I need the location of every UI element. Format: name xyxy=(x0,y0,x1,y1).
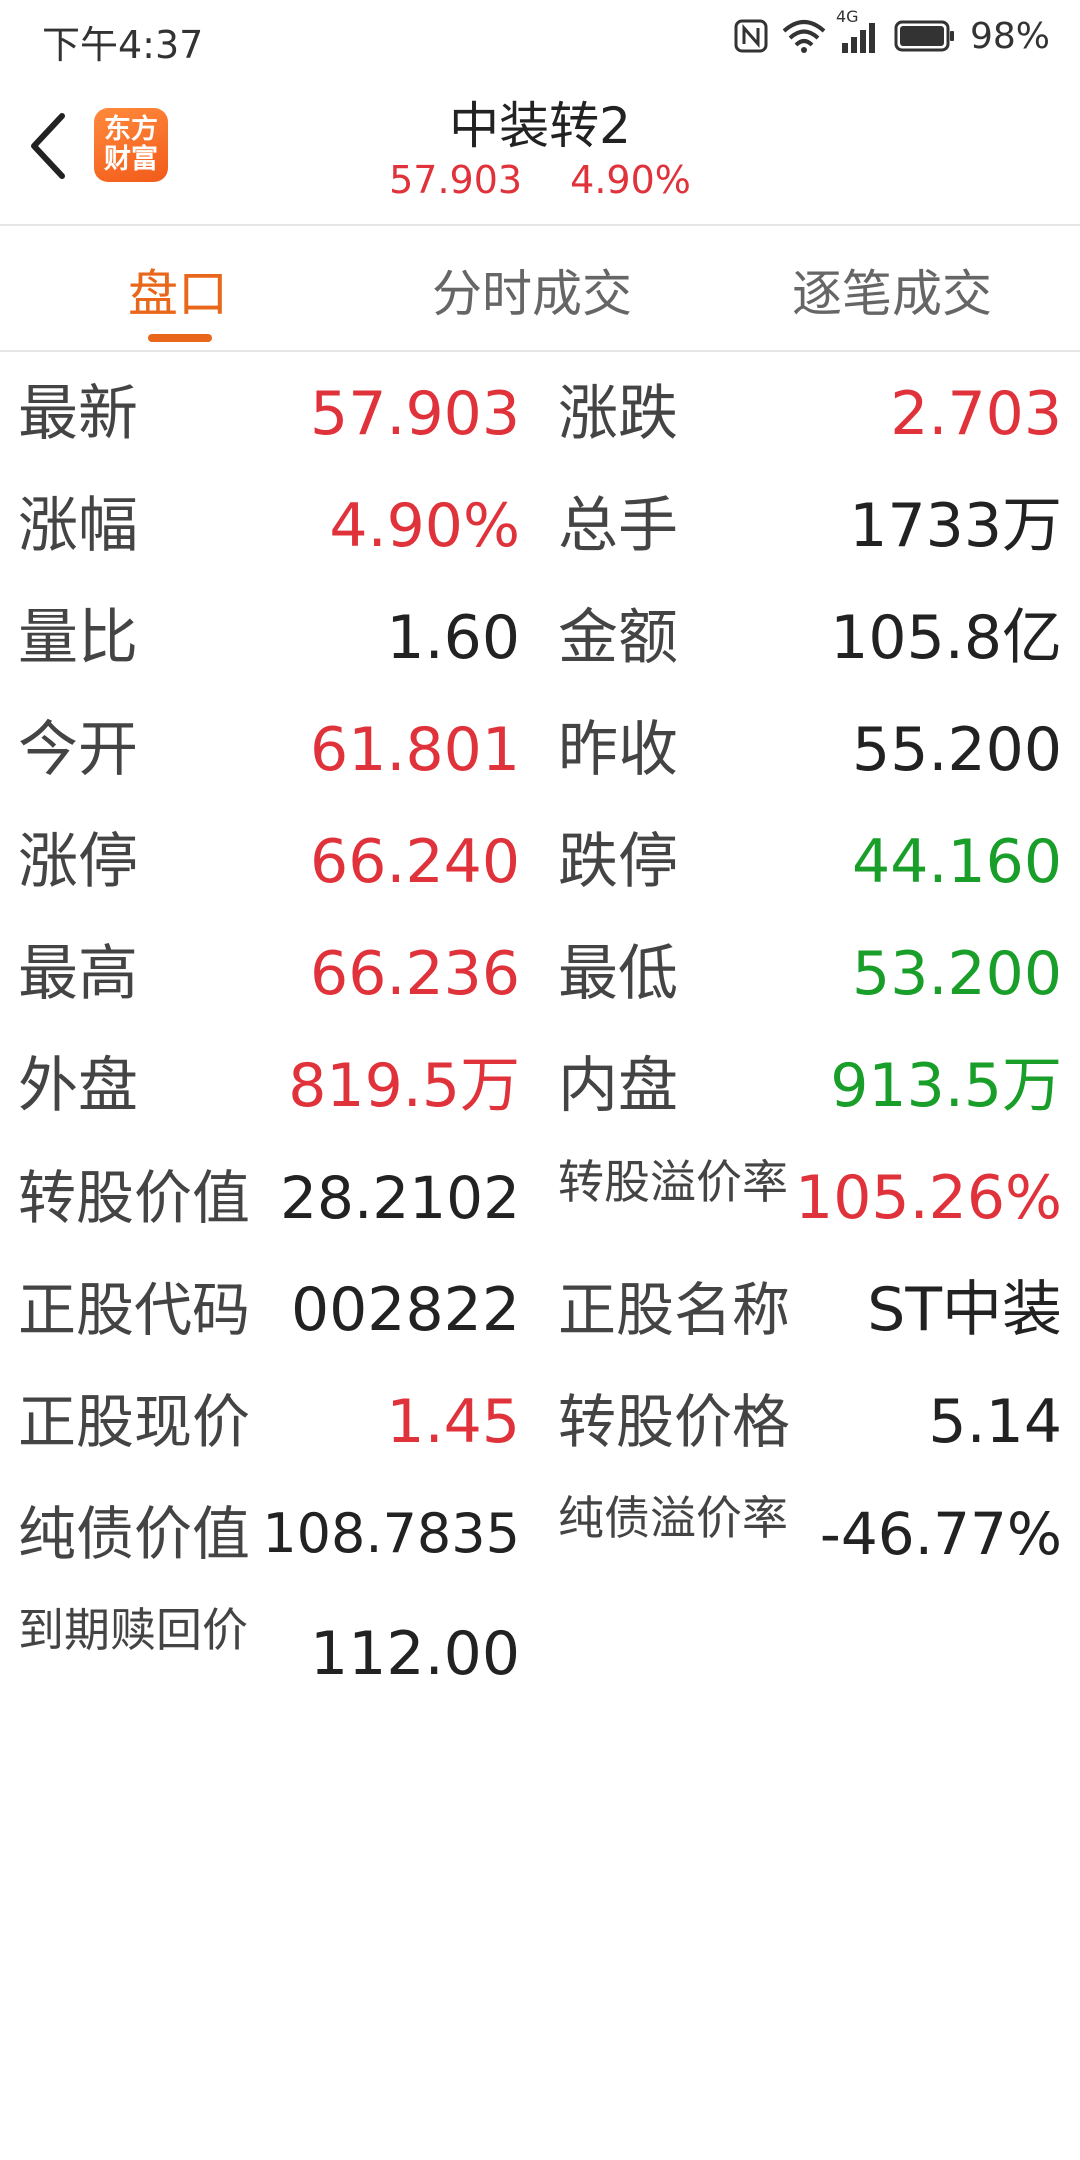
value-high: 66.236 xyxy=(310,939,520,1009)
value-prev-close: 55.200 xyxy=(852,715,1062,785)
label-redemption-price: 到期赎回价 xyxy=(18,1603,248,1657)
row-stock-code: 正股代码 002822 正股名称 ST中装 xyxy=(0,1256,1080,1368)
label-stock-price: 正股现价 xyxy=(18,1388,251,1456)
row-latest: 最新 57.903 涨跌 2.703 xyxy=(0,360,1080,472)
label-change: 涨跌 xyxy=(558,379,678,449)
label-prev-close: 昨收 xyxy=(558,715,678,785)
label-high: 最高 xyxy=(18,939,138,1009)
quote-grid: 最新 57.903 涨跌 2.703 涨幅 4.90% 总手 1733万 量比 … xyxy=(0,360,1080,1704)
tab-pankou[interactable]: 盘口 xyxy=(128,254,228,326)
signal-icon: 4G xyxy=(836,7,880,53)
row-change-pct: 涨幅 4.90% 总手 1733万 xyxy=(0,472,1080,584)
row-bond-value: 纯债价值 108.7835 纯债溢价率 -46.77% xyxy=(0,1480,1080,1592)
value-conversion-price: 5.14 xyxy=(928,1387,1062,1457)
label-bond-value: 纯债价值 xyxy=(18,1500,251,1568)
network-type-label: 4G xyxy=(835,7,859,26)
wifi-icon xyxy=(782,19,826,53)
label-limit-up: 涨停 xyxy=(18,827,138,897)
label-conversion-premium: 转股溢价率 xyxy=(558,1155,788,1209)
label-stock-name: 正股名称 xyxy=(558,1276,791,1344)
value-stock-code: 002822 xyxy=(290,1275,520,1345)
value-limit-down: 44.160 xyxy=(852,827,1062,897)
label-volume: 总手 xyxy=(558,491,678,561)
header-change-pct: 4.90% xyxy=(570,158,691,202)
value-latest: 57.903 xyxy=(310,379,520,449)
value-volume-ratio: 1.60 xyxy=(386,603,520,673)
value-change-pct: 4.90% xyxy=(329,491,520,561)
header: 东方 财富 中装转2 57.903 4.90% xyxy=(0,72,1080,226)
tab-active-indicator xyxy=(148,334,212,342)
label-volume-ratio: 量比 xyxy=(18,603,138,673)
value-conversion-value: 28.2102 xyxy=(280,1164,520,1232)
value-bond-premium: -46.77% xyxy=(819,1500,1062,1568)
label-change-pct: 涨幅 xyxy=(18,491,138,561)
value-volume: 1733万 xyxy=(849,491,1062,561)
header-quote: 57.903 4.90% xyxy=(0,158,1080,202)
value-redemption-price: 112.00 xyxy=(310,1619,520,1689)
value-stock-price: 1.45 xyxy=(386,1387,520,1457)
status-time: 下午4:37 xyxy=(42,23,204,67)
value-change: 2.703 xyxy=(890,379,1062,449)
status-bar: 下午4:37 4G 98% xyxy=(0,0,1080,72)
value-bond-value: 108.7835 xyxy=(262,1502,520,1565)
value-low: 53.200 xyxy=(852,939,1062,1009)
value-stock-name: ST中装 xyxy=(867,1275,1062,1345)
value-conversion-premium: 105.26% xyxy=(795,1163,1062,1233)
value-inner: 913.5万 xyxy=(830,1051,1062,1121)
value-amount: 105.8亿 xyxy=(830,603,1062,673)
battery-icon xyxy=(894,19,956,53)
value-limit-up: 66.240 xyxy=(310,827,520,897)
row-outer-inner: 外盘 819.5万 内盘 913.5万 xyxy=(0,1032,1080,1144)
tab-tick-trades[interactable]: 逐笔成交 xyxy=(792,254,992,326)
label-latest: 最新 xyxy=(18,379,138,449)
label-open: 今开 xyxy=(18,715,138,785)
tab-bar: 盘口 分时成交 逐笔成交 xyxy=(0,226,1080,352)
page-title: 中装转2 xyxy=(449,97,631,155)
battery-percent: 98% xyxy=(969,15,1050,57)
row-open: 今开 61.801 昨收 55.200 xyxy=(0,696,1080,808)
value-outer: 819.5万 xyxy=(288,1051,520,1121)
row-redemption: 到期赎回价 112.00 xyxy=(0,1592,1080,1704)
label-outer: 外盘 xyxy=(18,1051,138,1121)
label-conversion-price: 转股价格 xyxy=(558,1388,791,1456)
value-open: 61.801 xyxy=(310,715,520,785)
row-high-low: 最高 66.236 最低 53.200 xyxy=(0,920,1080,1032)
label-conversion-value: 转股价值 xyxy=(18,1164,251,1232)
header-price: 57.903 xyxy=(389,158,523,202)
nfc-icon xyxy=(734,19,768,53)
status-icons: 4G 98% xyxy=(734,7,1050,58)
label-stock-code: 正股代码 xyxy=(18,1276,251,1344)
label-bond-premium: 纯债溢价率 xyxy=(558,1491,788,1545)
label-inner: 内盘 xyxy=(558,1051,678,1121)
label-low: 最低 xyxy=(558,939,678,1009)
row-limit: 涨停 66.240 跌停 44.160 xyxy=(0,808,1080,920)
label-amount: 金额 xyxy=(558,603,678,673)
tab-time-sales[interactable]: 分时成交 xyxy=(432,254,632,326)
row-conversion-value: 转股价值 28.2102 转股溢价率 105.26% xyxy=(0,1144,1080,1256)
label-limit-down: 跌停 xyxy=(558,827,678,897)
row-stock-price: 正股现价 1.45 转股价格 5.14 xyxy=(0,1368,1080,1480)
row-volume-ratio: 量比 1.60 金额 105.8亿 xyxy=(0,584,1080,696)
